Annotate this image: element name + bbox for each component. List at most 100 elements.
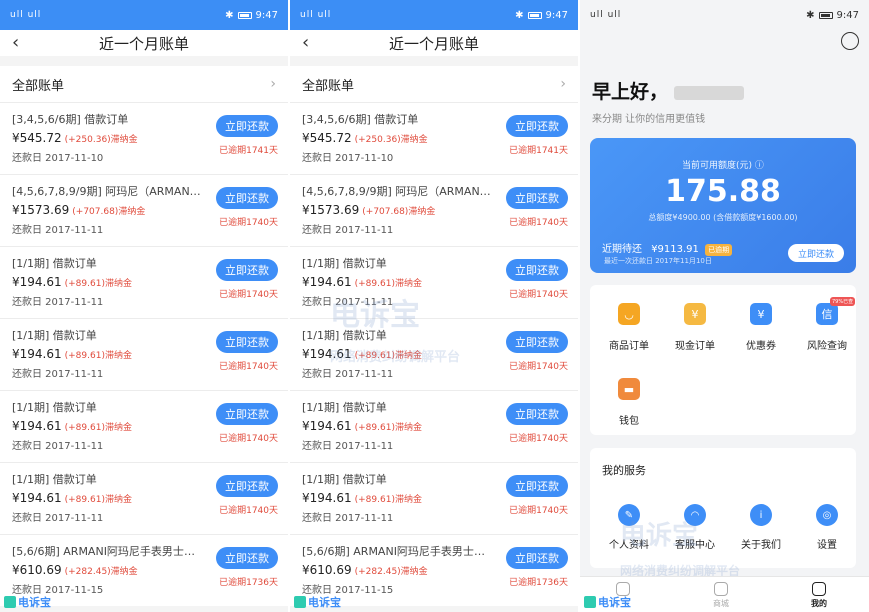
pay-now-button[interactable]: 立即还款 [216, 187, 278, 209]
bill-item[interactable]: [4,5,6,7,8,9/9期] 阿玛尼（ARMANI）... ¥1573.69(… [0, 174, 288, 246]
pay-now-button[interactable]: 立即还款 [506, 187, 568, 209]
bill-amount: ¥610.69 [302, 563, 352, 577]
late-fee: (+707.68)滞纳金 [72, 207, 146, 217]
bill-title: [5,6/6期] ARMANI阿玛尼手表男士时... [12, 545, 202, 558]
due-row: 近期待还 ¥9113.91 已逾期 [602, 240, 733, 256]
service-info[interactable]: i 关于我们 [728, 504, 794, 551]
pay-now-button[interactable]: 立即还款 [506, 115, 568, 137]
shortcut-coupon[interactable]: ¥ 优惠券 [728, 303, 794, 352]
overdue-status: 已逾期1740天 [219, 506, 278, 516]
chevron-right-icon: › [560, 76, 566, 92]
bill-amount: ¥194.61 [12, 347, 62, 361]
credit-total: 总额度¥4900.00 (含借款额度¥1600.00) [648, 213, 798, 222]
pay-now-button[interactable]: 立即还款 [216, 475, 278, 497]
back-icon[interactable]: ‹ [302, 32, 309, 53]
bill-title: [3,4,5,6/6期] 借款订单 [302, 113, 419, 126]
pay-now-button[interactable]: 立即还款 [216, 403, 278, 425]
overdue-status: 已逾期1740天 [219, 290, 278, 300]
overdue-status: 已逾期1740天 [509, 218, 568, 228]
pay-now-button[interactable]: 立即还款 [506, 403, 568, 425]
services-card: 我的服务 ✎ 个人资料 ◠ 客服中心 i 关于我们 ◎ 设置 [590, 448, 856, 568]
bill-amount: ¥1573.69 [302, 203, 360, 217]
bill-item[interactable]: [3,4,5,6/6期] 借款订单 ¥545.72 (+250.36)滞纳金 还款日 … [0, 102, 288, 174]
bill-item[interactable]: [1/1期] 借款订单 ¥194.61 (+89.61)滞纳金 还款日 2017-11… [290, 318, 578, 390]
page-title: 近一个月账单 [388, 34, 479, 53]
bill-amount: ¥194.61 [12, 419, 62, 433]
shortcut-wallet[interactable]: ▬ 钱包 [596, 378, 662, 427]
clock: 9:47 [545, 9, 568, 21]
bill-amount: ¥194.61 [302, 275, 352, 289]
home-screen: ull ull ✱ 9:47 早上好， 来分期 让你的信用更值钱 当前可用额度(元… [580, 0, 869, 612]
shortcut-cash[interactable]: ¥ 现金订单 [662, 303, 728, 352]
overdue-status: 已逾期1736天 [219, 578, 278, 588]
battery-icon [237, 11, 252, 19]
all-bills-row[interactable]: 全部账单 › [0, 66, 288, 102]
late-fee: (+89.61)滞纳金 [64, 351, 132, 361]
credit-card: 当前可用额度(元) ⓘ 175.88 总额度¥4900.00 (含借款额度¥16… [590, 138, 856, 273]
bill-title: [1/1期] 借款订单 [302, 473, 387, 486]
settings-icon: ◎ [816, 504, 838, 526]
bill-item[interactable]: [1/1期] 借款订单 ¥194.61 (+89.61)滞纳金 还款日 2017-11… [0, 246, 288, 318]
service-label: 客服中心 [675, 540, 715, 551]
bluetooth-icon: ✱ [515, 9, 524, 21]
bill-item[interactable]: [1/1期] 借款订单 ¥194.61 (+89.61)滞纳金 还款日 2017-11… [290, 246, 578, 318]
late-fee: (+89.61)滞纳金 [64, 279, 132, 289]
bill-amount: ¥194.61 [12, 491, 62, 505]
message-icon[interactable] [841, 32, 859, 50]
bills-screen-2: ull ull ✱ 9:47 ‹ 近一个月账单 全部账单 › [3,4,5,6/6… [290, 0, 578, 612]
pay-now-button[interactable]: 立即还款 [216, 547, 278, 569]
due-label: 近期待还 [602, 244, 642, 255]
info-icon: i [750, 504, 772, 526]
shortcut-label: 风险查询 [807, 341, 847, 352]
bill-item[interactable]: [1/1期] 借款订单 ¥194.61 (+89.61)滞纳金 还款日 2017-11… [290, 462, 578, 534]
pay-now-button[interactable]: 立即还款 [216, 259, 278, 281]
pay-now-button[interactable]: 立即还款 [216, 115, 278, 137]
signal-indicator: ull ull [10, 10, 42, 20]
back-icon[interactable]: ‹ [12, 32, 19, 53]
bill-title: [1/1期] 借款订单 [12, 473, 97, 486]
pay-now-button[interactable]: 立即还款 [506, 547, 568, 569]
pay-now-button[interactable]: 立即还款 [506, 259, 568, 281]
shortcut-shopping-bag[interactable]: ◡ 商品订单 [596, 303, 662, 352]
status-bar: ull ull ✱ 9:47 [290, 0, 578, 30]
all-bills-label: 全部账单 [302, 78, 355, 94]
pay-now-button[interactable]: 立即还款 [788, 244, 844, 262]
service-profile[interactable]: ✎ 个人资料 [596, 504, 662, 551]
bill-item[interactable]: [1/1期] 借款订单 ¥194.61 (+89.61)滞纳金 还款日 2017-11… [290, 390, 578, 462]
overdue-status: 已逾期1741天 [219, 146, 278, 156]
bill-item[interactable]: [4,5,6,7,8,9/9期] 阿玛尼（ARMANI）... ¥1573.69(… [290, 174, 578, 246]
coupon-icon: ¥ [750, 303, 772, 325]
overdue-status: 已逾期1740天 [509, 506, 568, 516]
late-fee: (+89.61)滞纳金 [354, 279, 422, 289]
bill-item[interactable]: [3,4,5,6/6期] 借款订单 ¥545.72 (+250.36)滞纳金 还款日 … [290, 102, 578, 174]
bill-title: [4,5,6,7,8,9/9期] 阿玛尼（ARMANI）... [302, 185, 492, 198]
bill-item[interactable]: [1/1期] 借款订单 ¥194.61 (+89.61)滞纳金 还款日 2017-11… [0, 462, 288, 534]
battery-icon [818, 11, 833, 19]
pay-now-button[interactable]: 立即还款 [216, 331, 278, 353]
tab-mine[interactable]: 我的 [784, 582, 854, 609]
nav-bar: ‹ 近一个月账单 [290, 30, 578, 56]
service-label: 个人资料 [609, 540, 649, 551]
bill-item[interactable]: [1/1期] 借款订单 ¥194.61 (+89.61)滞纳金 还款日 2017-11… [0, 390, 288, 462]
chevron-right-icon: › [270, 76, 276, 92]
bill-amount: ¥194.61 [302, 419, 352, 433]
service-settings[interactable]: ◎ 设置 [794, 504, 860, 551]
bill-title: [5,6/6期] ARMANI阿玛尼手表男士时... [302, 545, 492, 558]
bill-item[interactable]: [1/1期] 借款订单 ¥194.61 (+89.61)滞纳金 还款日 2017-11… [0, 318, 288, 390]
shortcut-shield[interactable]: 信 79%已查 风险查询 [794, 297, 860, 352]
service-headset[interactable]: ◠ 客服中心 [662, 504, 728, 551]
shortcut-label: 钱包 [619, 416, 639, 427]
pay-now-button[interactable]: 立即还款 [506, 331, 568, 353]
all-bills-row[interactable]: 全部账单 › [290, 66, 578, 102]
watermark-logo: 电诉宝 [4, 594, 51, 610]
pay-now-button[interactable]: 立即还款 [506, 475, 568, 497]
battery-icon [527, 11, 542, 19]
tab-mall[interactable]: 商城 [686, 582, 756, 609]
late-fee: (+707.68)滞纳金 [362, 207, 436, 217]
signal-indicator: ull ull [590, 10, 622, 20]
late-fee: (+89.61)滞纳金 [64, 423, 132, 433]
greeting: 早上好， [592, 77, 745, 104]
bill-title: [1/1期] 借款订单 [12, 401, 97, 414]
bill-amount: ¥194.61 [302, 347, 352, 361]
bill-amount: ¥545.72 [302, 131, 352, 145]
